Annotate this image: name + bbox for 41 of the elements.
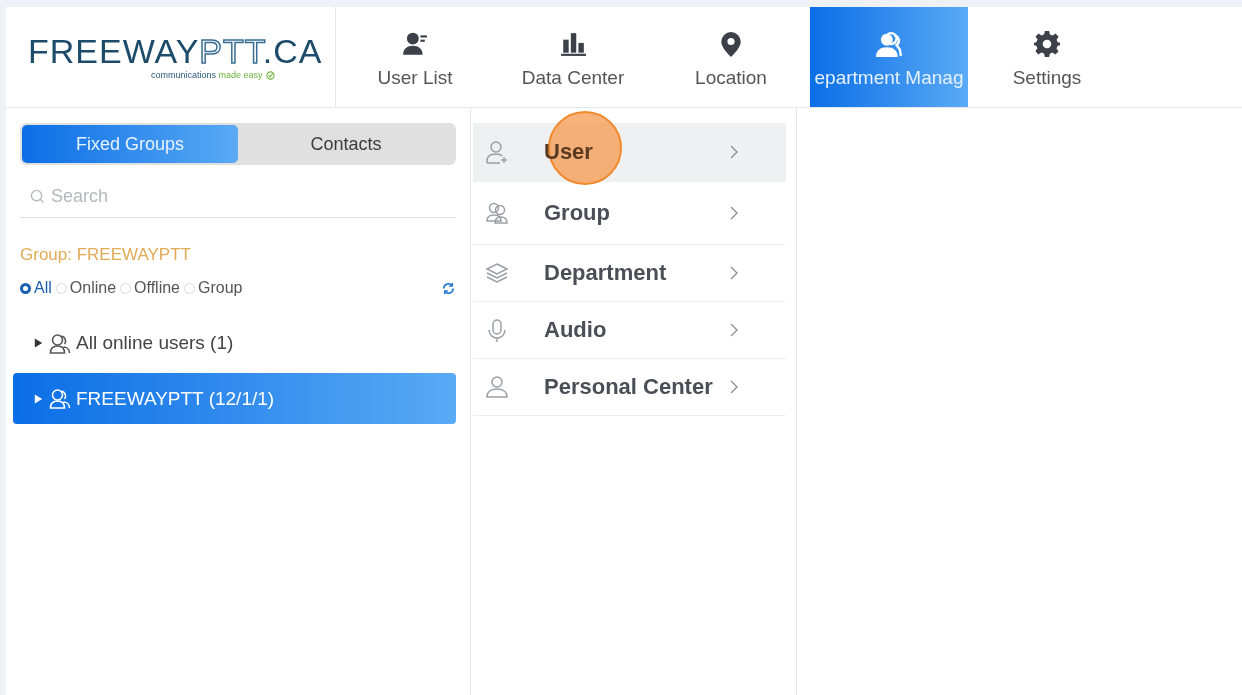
refresh-icon [441, 280, 456, 296]
user-list-icon [402, 31, 428, 57]
user-icon [485, 374, 509, 400]
group-label: Group: FREEWAYPTT [20, 245, 191, 265]
logo-tagline: communications made easy [151, 70, 263, 80]
nav-tab[interactable]: Data Center [494, 7, 652, 107]
menu-item[interactable]: Audio [473, 302, 786, 359]
radio-button[interactable] [20, 282, 31, 294]
nav-tab[interactable]: Settings [968, 7, 1126, 107]
menu-item[interactable]: Personal Center [473, 359, 786, 416]
users-icon [49, 332, 71, 354]
settings-icon [1034, 31, 1060, 57]
search-icon [30, 188, 45, 204]
menu-item[interactable]: Department [473, 245, 786, 302]
tree-item[interactable]: All online users (1) [13, 319, 456, 367]
chevron-right-icon [729, 322, 739, 338]
two-users-icon [876, 31, 902, 57]
nav-tab[interactable]: User List [336, 7, 494, 107]
layers-icon [485, 260, 509, 286]
check-circle-icon [265, 70, 275, 80]
bar-chart-icon [560, 31, 586, 57]
radio-label[interactable]: Online [69, 279, 117, 297]
radio-label[interactable]: Offline [134, 279, 180, 297]
group-icon [485, 200, 509, 226]
user-plus-icon [485, 139, 509, 165]
radio-label[interactable]: All [34, 279, 52, 297]
radio-label[interactable]: Group [198, 279, 243, 297]
map-pin-icon [718, 31, 744, 57]
caret-right-icon [33, 337, 44, 349]
chevron-right-icon [729, 265, 739, 281]
tree-item[interactable]: FREEWAYPTT (12/1/1) [13, 373, 456, 424]
nav-tab[interactable]: Location [652, 7, 810, 107]
chevron-right-icon [729, 144, 739, 160]
logo-text: FREEWAYPTT.CA [28, 34, 323, 68]
microphone-icon [485, 317, 509, 343]
users-icon [49, 388, 71, 409]
menu-item[interactable]: Group [473, 182, 786, 245]
tab[interactable]: Contacts [238, 125, 454, 163]
chevron-right-icon [729, 205, 739, 221]
chevron-right-icon [729, 379, 739, 395]
caret-right-icon [33, 392, 44, 405]
